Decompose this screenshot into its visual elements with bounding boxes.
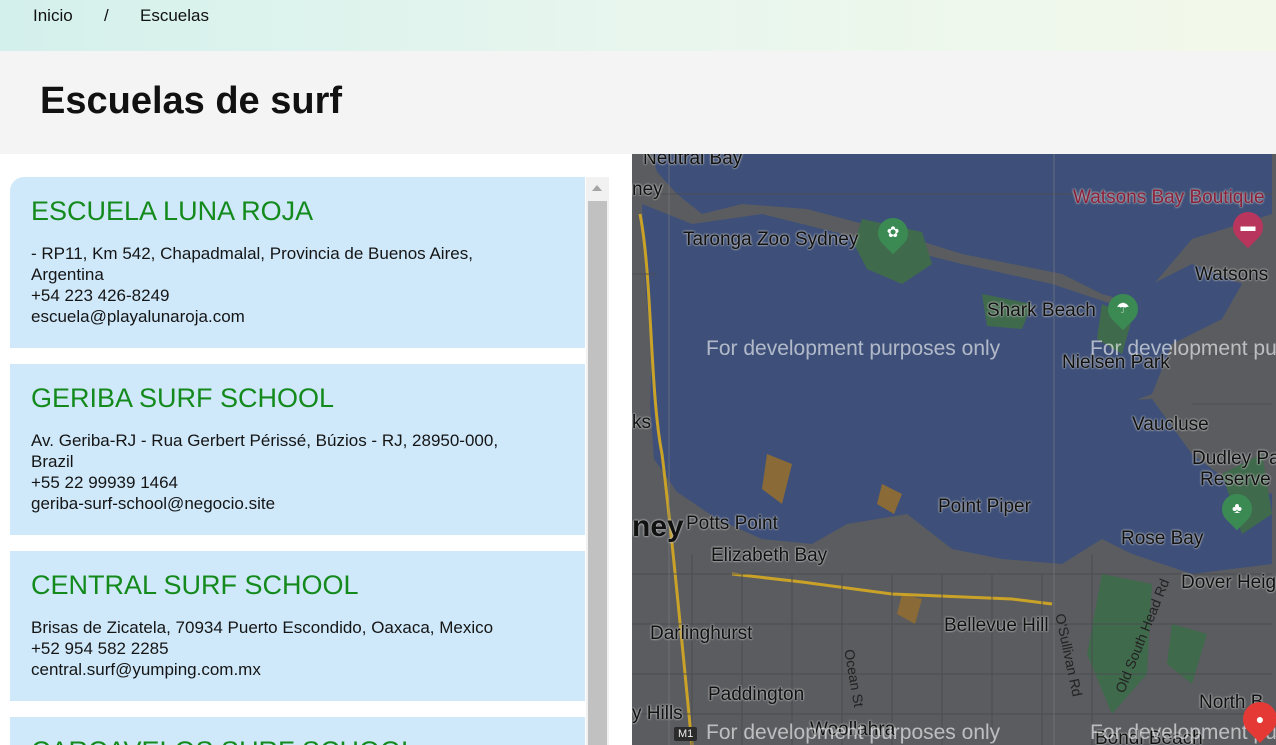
school-address: - RP11, Km 542, Chapadmalal, Provincia d…	[31, 244, 473, 263]
school-address: Av. Geriba-RJ - Rua Gerbert Périssé, Búz…	[31, 431, 499, 450]
map-label-sydney: ney	[632, 510, 684, 543]
school-card[interactable]: CENTRAL SURF SCHOOL Brisas de Zicatela, …	[10, 551, 585, 701]
tree-icon[interactable]: ♣	[1215, 487, 1259, 531]
beach-icon[interactable]: ☂	[1101, 287, 1145, 331]
school-email: escuela@playalunaroja.com	[31, 307, 245, 326]
map-label-ks: ks	[632, 412, 651, 433]
list-scrollbar[interactable]	[586, 177, 609, 745]
school-email: central.surf@yumping.com.mx	[31, 660, 261, 679]
paw-icon[interactable]: ✿	[871, 211, 915, 255]
school-name[interactable]: CARCAVELOS SURF SCHOOL	[31, 736, 416, 745]
map[interactable]: Neutral Bay ney Taronga Zoo Sydney ✿ Wat…	[632, 154, 1276, 745]
map-watermark: For development purposes only	[1090, 337, 1276, 360]
map-label-darlinghurst: Darlinghurst	[650, 623, 753, 644]
map-label-potts-point: Potts Point	[686, 513, 778, 534]
map-label-taronga-zoo: Taronga Zoo Sydney	[683, 229, 859, 250]
school-phone: +52 954 582 2285	[31, 639, 169, 658]
page-header: Escuelas de surf	[0, 51, 1276, 154]
school-phone: +55 22 99939 1464	[31, 473, 179, 492]
map-label-dudley-page: Dudley Pag	[1192, 448, 1276, 469]
map-watermark: For development purposes only	[706, 337, 1001, 360]
breadcrumb-current[interactable]: Escuelas	[140, 6, 209, 26]
bed-icon[interactable]: ▬	[1226, 205, 1270, 249]
map-label-vaucluse: Vaucluse	[1132, 414, 1209, 435]
map-watermark: For development purposes only	[706, 721, 1001, 744]
map-label-rose-bay: Rose Bay	[1121, 528, 1204, 549]
map-label-reserve: Reserve	[1200, 469, 1271, 490]
school-list: ESCUELA LUNA ROJA - RP11, Km 542, Chapad…	[10, 177, 610, 745]
map-label-m1: M1	[674, 727, 698, 741]
school-phone: +54 223 426-8249	[31, 286, 170, 305]
map-label-paddington: Paddington	[708, 684, 805, 705]
map-label-shark-beach: Shark Beach	[987, 300, 1096, 321]
scroll-thumb[interactable]	[588, 201, 607, 745]
map-label-bellevue-hill: Bellevue Hill	[944, 615, 1049, 636]
map-label-watsons: Watsons	[1195, 264, 1269, 285]
school-address: Brisas de Zicatela, 70934 Puerto Escondi…	[31, 618, 494, 637]
page-title: Escuelas de surf	[40, 80, 343, 122]
school-card[interactable]: CARCAVELOS SURF SCHOOL	[10, 717, 585, 745]
school-address-line2: Argentina	[31, 265, 104, 284]
school-email: geriba-surf-school@negocio.site	[31, 494, 276, 513]
map-label-dover-heights: Dover Heigh	[1181, 572, 1276, 593]
breadcrumb: Inicio / Escuelas	[0, 0, 1276, 51]
breadcrumb-separator: /	[104, 6, 109, 25]
school-name[interactable]: CENTRAL SURF SCHOOL	[31, 570, 359, 601]
breadcrumb-home-link[interactable]: Inicio	[33, 6, 73, 26]
school-card[interactable]: GERIBA SURF SCHOOL Av. Geriba-RJ - Rua G…	[10, 364, 585, 535]
school-address-line2: Brazil	[31, 452, 74, 471]
map-label-sydney-top: ney	[632, 179, 663, 200]
scroll-up-arrow-icon[interactable]	[586, 177, 609, 200]
map-label-hills: y Hills	[632, 703, 683, 724]
map-label-elizabeth-bay: Elizabeth Bay	[711, 545, 828, 566]
school-name[interactable]: GERIBA SURF SCHOOL	[31, 383, 334, 414]
school-card[interactable]: ESCUELA LUNA ROJA - RP11, Km 542, Chapad…	[10, 177, 585, 348]
school-name[interactable]: ESCUELA LUNA ROJA	[31, 196, 313, 227]
map-label-point-piper: Point Piper	[938, 496, 1031, 517]
map-label-neutral-bay: Neutral Bay	[643, 154, 743, 169]
map-label-watsons-boutique: Watsons Bay Boutique	[1073, 187, 1265, 208]
